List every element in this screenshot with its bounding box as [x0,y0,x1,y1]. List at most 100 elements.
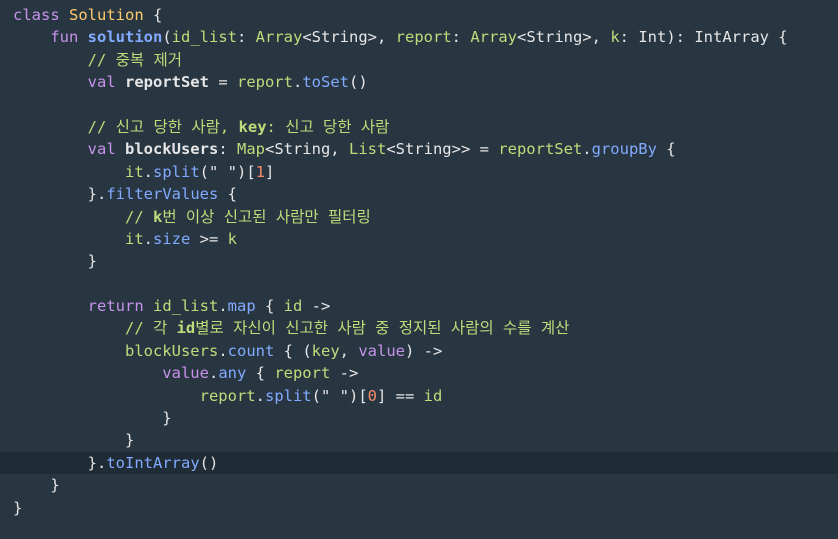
code-token: }. [13,453,107,472]
code-line[interactable]: } [0,497,838,519]
code-token: // [13,207,153,226]
code-token: k [152,207,163,226]
code-token: -> [330,364,359,383]
code-token: 1 [255,162,266,181]
code-token: { ( [274,341,312,360]
code-token: id [423,386,443,405]
code-token: . [292,73,303,92]
code-token: // 중복 제거 [13,50,183,69]
code-token: Map [236,140,265,159]
code-line[interactable] [0,273,838,295]
code-token: } [13,409,172,428]
code-line[interactable]: } [0,474,838,496]
code-token: it [13,162,144,181]
code-token: } [13,498,23,517]
code-token: count [227,341,275,360]
code-token: () [349,73,368,92]
code-line[interactable]: // 각 id별로 자신이 신고한 사람 중 정지된 사람의 수를 계산 [0,317,838,339]
code-line[interactable]: val blockUsers: Map<String, List<String>… [0,138,838,160]
code-token: report [13,386,256,405]
code-token: val [13,73,125,92]
code-token: any [218,364,247,383]
code-token: { [255,297,284,316]
code-token: ] [265,162,275,181]
code-line[interactable]: } [0,250,838,272]
code-token: value [358,341,405,360]
code-token: blockUsers [124,140,219,159]
code-token: blockUsers [13,341,219,360]
code-token: value [13,364,209,383]
code-token: . [143,229,153,248]
code-line[interactable] [0,94,838,116]
code-line[interactable]: return id_list.map { id -> [0,295,838,317]
code-token: size [153,229,191,248]
code-token: toSet [302,73,349,92]
code-token: { [656,140,676,159]
code-token: id_list [152,297,219,316]
code-token: . [582,140,592,159]
code-line[interactable]: } [0,429,838,451]
code-line[interactable]: it.size >= k [0,228,838,250]
code-token: } [13,476,60,495]
code-token: = [208,73,237,92]
code-token: // 신고 당한 사람, [13,117,239,136]
code-token: ( [162,28,172,47]
code-token: fun [13,28,88,47]
code-token: () [199,453,219,472]
code-token: : Int): IntArray { [619,28,788,47]
code-token: map [227,297,256,316]
code-token: 0 [367,386,377,405]
code-token: val [13,140,125,159]
code-line[interactable]: } [0,407,838,429]
code-token: : [218,140,237,159]
code-line[interactable]: fun solution(id_list: Array<String>, rep… [0,26,838,48]
code-token: report [274,364,331,383]
code-token: id_list [171,28,237,47]
code-token: . [218,297,228,316]
code-token: . [208,364,219,383]
code-line[interactable]: blockUsers.count { (key, value) -> [0,340,838,362]
code-line[interactable]: // k번 이상 신고된 사람만 필터링 [0,206,838,228]
code-token: >= [190,229,228,248]
code-line[interactable]: report.split(" ")[0] == id [0,385,838,407]
code-token: Solution [69,6,144,24]
code-token: ) -> [405,341,443,360]
code-line[interactable]: value.any { report -> [0,362,838,384]
code-token: solution [87,28,163,47]
code-token: <String>, [302,28,396,47]
code-token: Array [470,28,517,47]
code-token: split [264,386,312,405]
code-token: key [311,341,340,360]
code-token: : 신고 당한 사람 [266,117,390,136]
code-token: k [610,28,620,47]
code-token: 번 이상 신고된 사람만 필터링 [162,207,371,226]
code-line[interactable]: class Solution { [0,4,838,26]
code-token: (" ")[ [199,162,256,181]
code-token: return [13,297,153,316]
code-line[interactable]: it.split(" ")[1] [0,161,838,183]
code-editor[interactable]: class Solution { fun solution(id_list: A… [0,0,838,539]
code-token: : [451,28,471,47]
code-token: <String>> = [386,140,499,159]
code-token: reportSet [124,73,209,92]
code-line[interactable]: }.filterValues { [0,183,838,205]
code-line[interactable]: val reportSet = report.toSet() [0,71,838,93]
code-token: report [395,28,452,47]
code-token: report [236,73,293,92]
code-token: . [143,162,153,181]
code-token: , [339,341,359,360]
code-token: List [348,140,387,159]
code-token: filterValues [106,185,219,204]
code-token: { [246,364,275,383]
code-line[interactable]: // 신고 당한 사람, key: 신고 당한 사람 [0,116,838,138]
code-line-current[interactable]: }.toIntArray() [0,451,838,475]
code-line[interactable]: // 중복 제거 [0,49,838,71]
code-token: k [227,229,237,248]
code-token: it [13,229,144,248]
code-token: toIntArray [106,453,200,472]
code-token: <String>, [517,28,611,47]
code-token: class [13,6,69,24]
code-token: reportSet [498,140,583,159]
code-token: id [283,297,303,316]
code-token: } [13,431,135,450]
